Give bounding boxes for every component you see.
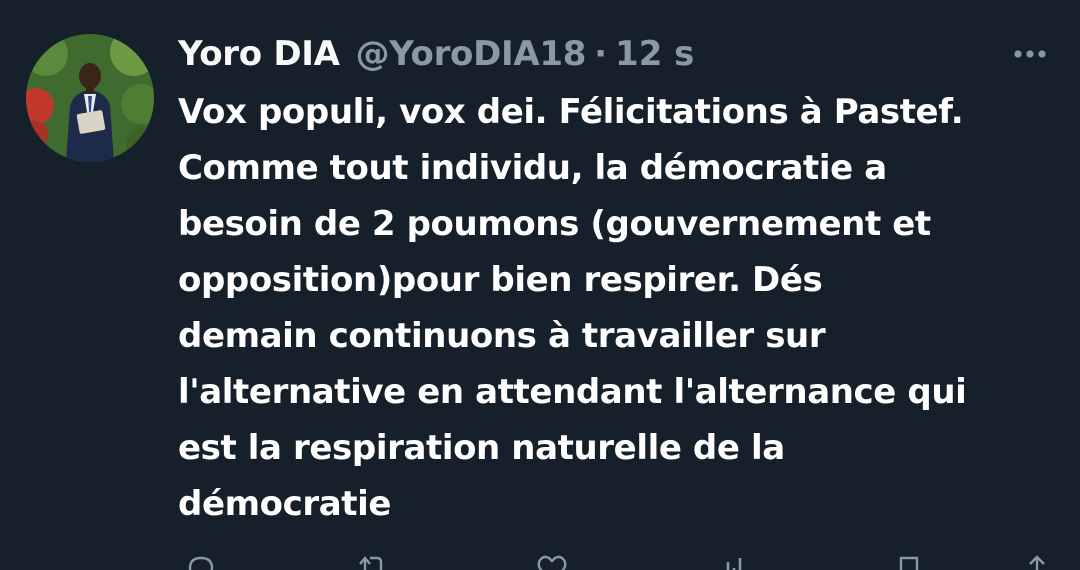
tweet-text-line: Vox populi, vox dei. Félicitations à Pas… bbox=[178, 92, 964, 132]
tweet-card[interactable]: Yoro DIA @YoroDIA18 · 12 s Vox populi, v… bbox=[0, 0, 1080, 570]
avatar-image bbox=[26, 34, 154, 162]
tweet-text-line: l'alternative en attendant l'alternance … bbox=[178, 372, 967, 412]
reply-icon bbox=[188, 556, 214, 570]
tweet-text-line: besoin de 2 poumons (gouvernement et bbox=[178, 204, 931, 244]
tweet-text-line: opposition)pour bien respirer. Dés bbox=[178, 260, 823, 300]
share-icon bbox=[1029, 555, 1045, 570]
share-button[interactable] bbox=[1022, 554, 1052, 570]
tweet-header: Yoro DIA @YoroDIA18 · 12 s bbox=[178, 30, 694, 78]
tweet-text: Vox populi, vox dei. Félicitations à Pas… bbox=[178, 84, 1058, 532]
timestamp[interactable]: 12 s bbox=[615, 34, 694, 74]
tweet-text-line: démocratie bbox=[178, 484, 392, 524]
bookmark-icon bbox=[899, 556, 919, 570]
author-handle[interactable]: @YoroDIA18 bbox=[356, 34, 587, 74]
reply-button[interactable] bbox=[186, 554, 216, 570]
action-bar bbox=[178, 554, 1058, 570]
more-options-button[interactable] bbox=[1008, 34, 1052, 74]
tweet-text-line: est la respiration naturelle de la bbox=[178, 428, 785, 468]
views-button[interactable] bbox=[716, 554, 746, 570]
like-button[interactable] bbox=[536, 554, 567, 570]
retweet-icon bbox=[359, 556, 383, 570]
author-name[interactable]: Yoro DIA bbox=[178, 34, 340, 74]
views-icon bbox=[726, 558, 742, 570]
retweet-button[interactable] bbox=[356, 554, 386, 570]
more-horizontal-icon bbox=[1014, 50, 1046, 58]
bookmark-button[interactable] bbox=[894, 554, 924, 570]
like-icon bbox=[537, 555, 567, 570]
tweet-text-line: demain continuons à travailler sur bbox=[178, 316, 826, 356]
tweet-text-line: Comme tout individu, la démocratie a bbox=[178, 148, 887, 188]
avatar[interactable] bbox=[26, 34, 154, 162]
separator-dot: · bbox=[594, 34, 608, 74]
